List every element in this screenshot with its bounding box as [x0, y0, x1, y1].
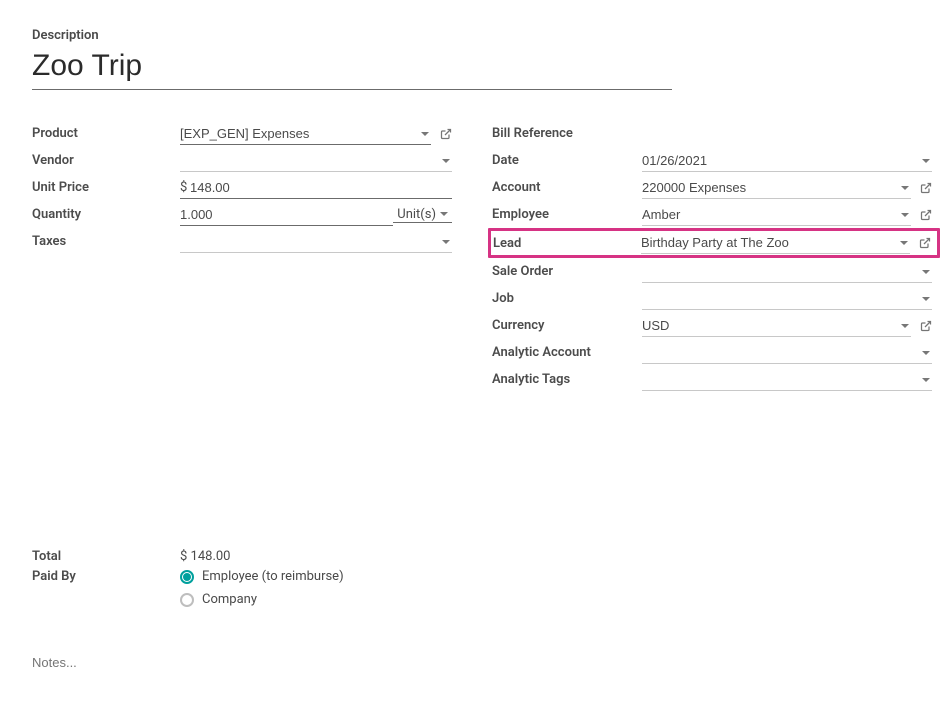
employee-label: Employee	[492, 207, 642, 222]
external-link-icon[interactable]	[920, 209, 932, 221]
lead-row-highlighted: Lead	[488, 228, 940, 258]
analytic-account-input[interactable]	[642, 342, 932, 364]
right-column: Bill Reference Date Account Employee	[492, 120, 932, 393]
uom-select[interactable]: Unit(s)	[393, 207, 452, 223]
product-input[interactable]	[180, 123, 431, 145]
paid-by-company-label: Company	[202, 592, 257, 607]
description-label: Description	[32, 28, 917, 43]
account-label: Account	[492, 180, 642, 195]
external-link-icon[interactable]	[920, 320, 932, 332]
vendor-input[interactable]	[180, 150, 452, 172]
unit-price-label: Unit Price	[32, 180, 180, 195]
uom-label: Unit(s)	[397, 207, 436, 222]
total-value: $ 148.00	[180, 549, 231, 564]
notes-input[interactable]	[32, 651, 917, 674]
currency-input[interactable]	[642, 315, 911, 337]
analytic-account-label: Analytic Account	[492, 345, 642, 360]
lead-input[interactable]	[641, 232, 910, 254]
taxes-label: Taxes	[32, 234, 180, 249]
total-label: Total	[32, 549, 180, 564]
external-link-icon[interactable]	[920, 182, 932, 194]
left-column: Product Vendor Unit Price $ Qua	[32, 120, 452, 393]
date-input[interactable]	[642, 150, 932, 172]
paid-by-company-radio[interactable]: Company	[180, 592, 344, 607]
radio-off-icon	[180, 593, 194, 607]
external-link-icon[interactable]	[919, 237, 931, 249]
sale-order-label: Sale Order	[492, 264, 642, 279]
quantity-label: Quantity	[32, 207, 180, 222]
paid-by-employee-radio[interactable]: Employee (to reimburse)	[180, 569, 344, 584]
quantity-input[interactable]	[180, 204, 393, 226]
bill-reference-input[interactable]	[642, 123, 932, 145]
date-label: Date	[492, 153, 642, 168]
product-label: Product	[32, 126, 180, 141]
bill-reference-label: Bill Reference	[492, 126, 642, 141]
unit-price-input[interactable]	[180, 177, 452, 199]
employee-input[interactable]	[642, 204, 911, 226]
vendor-label: Vendor	[32, 153, 180, 168]
external-link-icon[interactable]	[440, 128, 452, 140]
radio-on-icon	[180, 570, 194, 584]
paid-by-employee-label: Employee (to reimburse)	[202, 569, 344, 584]
taxes-input[interactable]	[180, 231, 452, 253]
description-input[interactable]	[32, 47, 672, 90]
sale-order-input[interactable]	[642, 261, 932, 283]
analytic-tags-label: Analytic Tags	[492, 372, 642, 387]
lead-label: Lead	[493, 236, 641, 251]
chevron-down-icon	[440, 212, 448, 216]
currency-label: Currency	[492, 318, 642, 333]
account-input[interactable]	[642, 177, 911, 199]
job-input[interactable]	[642, 288, 932, 310]
job-label: Job	[492, 291, 642, 306]
paid-by-label: Paid By	[32, 569, 180, 584]
analytic-tags-input[interactable]	[642, 369, 932, 391]
